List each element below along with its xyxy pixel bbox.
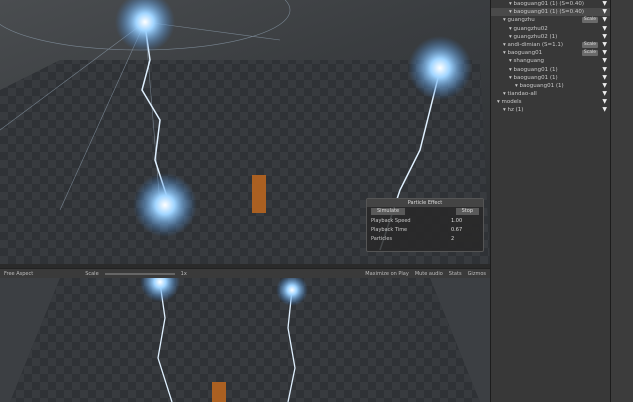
particle-effect-panel: Particle Effect Simulate Stop Playback Sp… bbox=[366, 198, 484, 252]
scale-slider[interactable] bbox=[104, 272, 175, 275]
scale-tag: Scale bbox=[581, 41, 598, 48]
simulate-button[interactable]: Simulate bbox=[371, 208, 406, 215]
stop-button[interactable]: Stop bbox=[455, 208, 479, 215]
game-render bbox=[0, 278, 490, 402]
game-view[interactable] bbox=[0, 278, 490, 402]
hierarchy-item[interactable]: ▾ guangzhu02 ▼ bbox=[491, 25, 610, 33]
particles-label: Particles bbox=[371, 235, 393, 242]
visibility-icon[interactable]: ▼ bbox=[602, 0, 607, 8]
maximize-on-play-toggle[interactable]: Maximize on Play bbox=[365, 271, 409, 277]
hierarchy-item-label: baoguang01 (1) bbox=[519, 82, 564, 89]
hierarchy-item-label: tiandao-all bbox=[507, 91, 537, 98]
scale-tag: Scale bbox=[581, 17, 598, 24]
visibility-icon[interactable]: ▼ bbox=[602, 41, 607, 49]
visibility-icon[interactable]: ▼ bbox=[602, 25, 607, 33]
particle-effect-title: Particle Effect bbox=[367, 199, 483, 207]
hierarchy-item-label: baoguang01 (1) (S=0.40) bbox=[513, 9, 584, 16]
hierarchy-item-label: guangzhu02 bbox=[513, 25, 548, 32]
project-panel bbox=[610, 0, 633, 402]
scale-value: 1x bbox=[180, 270, 187, 277]
hierarchy-item[interactable]: ▾ baoguang01 (1) (S=0.40) ▼ bbox=[491, 0, 610, 8]
playback-speed-field[interactable]: 1.00 bbox=[449, 217, 479, 224]
hierarchy-item-label: hz (1) bbox=[507, 107, 524, 114]
hierarchy-item-label: baoguang01 (1) bbox=[513, 66, 558, 73]
stats-toggle[interactable]: Stats bbox=[449, 271, 462, 277]
scene-view[interactable]: Particle Effect Simulate Stop Playback Sp… bbox=[0, 0, 490, 264]
playback-time-label: Playback Time bbox=[371, 226, 408, 233]
visibility-icon[interactable]: ▼ bbox=[602, 66, 607, 74]
playback-time-field[interactable]: 0.67 bbox=[449, 226, 479, 233]
hierarchy-item[interactable]: ▾ hz (1) ▼ bbox=[491, 106, 610, 114]
hierarchy-item[interactable]: ▾ baoguang01 (1) ▼ bbox=[491, 74, 610, 82]
particles-value: 2 bbox=[449, 235, 479, 242]
visibility-icon[interactable]: ▼ bbox=[602, 106, 607, 114]
hierarchy-item[interactable]: ▾ baoguang01 (1) ▼ bbox=[491, 66, 610, 74]
hierarchy-item[interactable]: ▾ baoguang01 Scale ▼ bbox=[491, 49, 610, 57]
hierarchy-item-label: baoguang01 bbox=[507, 50, 543, 57]
visibility-icon[interactable]: ▼ bbox=[602, 90, 607, 98]
aspect-dropdown[interactable]: Free Aspect bbox=[4, 271, 33, 277]
visibility-icon[interactable]: ▼ bbox=[602, 33, 607, 41]
visibility-icon[interactable]: ▼ bbox=[602, 57, 607, 65]
visibility-icon[interactable]: ▼ bbox=[602, 74, 607, 82]
visibility-icon[interactable]: ▼ bbox=[602, 16, 607, 24]
hierarchy-item[interactable]: ▾ baoguang01 (1) ▼ bbox=[491, 82, 610, 90]
hierarchy-item[interactable]: ▾ guangzhu02 (1) ▼ bbox=[491, 33, 610, 41]
hierarchy-item[interactable]: ▾ guangzhu Scale ▼ bbox=[491, 16, 610, 24]
visibility-icon[interactable]: ▼ bbox=[602, 82, 607, 90]
hierarchy-item-label: shanguang bbox=[513, 58, 545, 65]
gizmos-dropdown[interactable]: Gizmos bbox=[468, 271, 486, 277]
visibility-icon[interactable]: ▼ bbox=[602, 49, 607, 57]
hierarchy-item[interactable]: ▾ baoguang01 (1) (S=0.40) ▼ bbox=[491, 8, 610, 17]
playback-speed-label: Playback Speed bbox=[371, 217, 411, 224]
hierarchy-item[interactable]: ▾ tiandao-all ▼ bbox=[491, 90, 610, 98]
mute-audio-toggle[interactable]: Mute audio bbox=[415, 271, 443, 277]
hierarchy-item-label: models bbox=[501, 99, 522, 106]
hierarchy-item[interactable]: ▾ andi-dimian (S=1.1) Scale ▼ bbox=[491, 41, 610, 49]
hierarchy-item-label: baoguang01 (1) bbox=[513, 74, 558, 81]
hierarchy-item-label: guangzhu bbox=[507, 17, 535, 24]
hierarchy-item-label: baoguang01 (1) (S=0.40) bbox=[513, 1, 584, 7]
hierarchy-panel: ▾ baoguang01 (1) (S=0.40) ▼ ▾ baoguang01 (… bbox=[490, 0, 610, 402]
hierarchy-item-label: guangzhu02 (1) bbox=[513, 33, 558, 40]
hierarchy-item[interactable]: ▾ models ▼ bbox=[491, 98, 610, 106]
hierarchy-item[interactable]: ▾ shanguang ▼ bbox=[491, 57, 610, 65]
scale-label: Scale bbox=[85, 270, 99, 277]
visibility-icon[interactable]: ▼ bbox=[602, 8, 607, 16]
hierarchy-item-label: andi-dimian (S=1.1) bbox=[507, 41, 564, 48]
scale-tag: Scale bbox=[581, 50, 598, 57]
game-toolbar: Free Aspect Scale 1x Maximize on Play Mu… bbox=[0, 268, 490, 278]
visibility-icon[interactable]: ▼ bbox=[602, 98, 607, 106]
